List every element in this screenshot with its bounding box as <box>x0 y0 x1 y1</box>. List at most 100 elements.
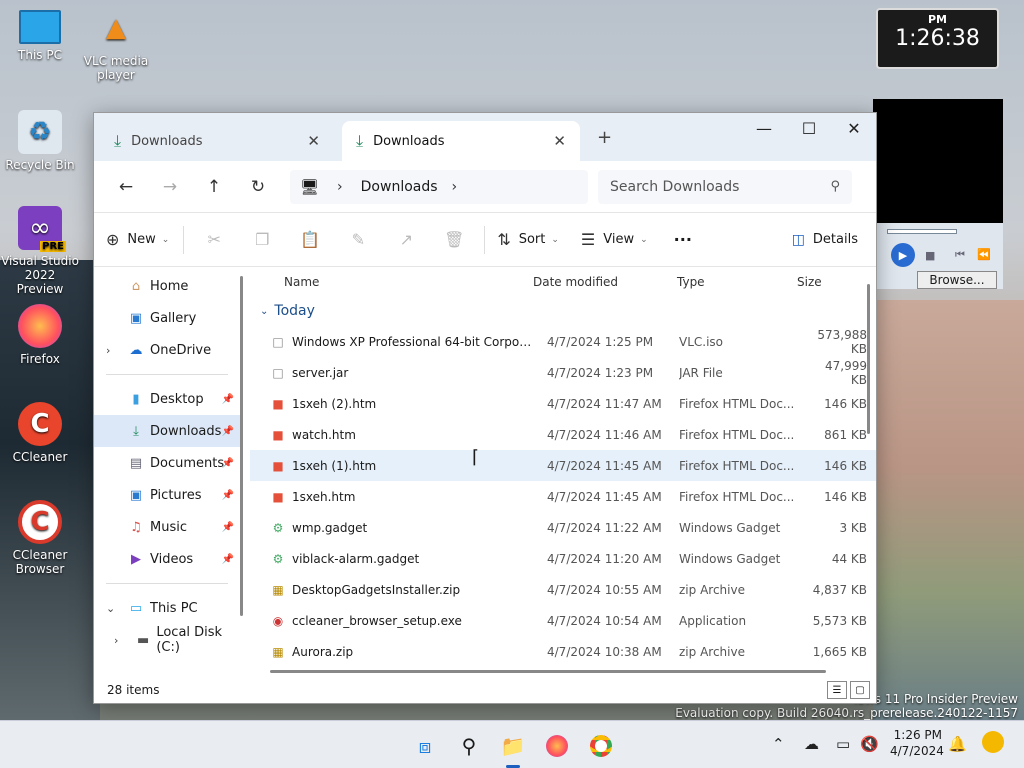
firefox-icon[interactable] <box>542 731 572 761</box>
column-type[interactable]: Type <box>669 275 789 289</box>
minimize-icon[interactable]: — <box>744 119 784 138</box>
table-row[interactable]: ■ watch.htm 4/7/2024 11:46 AM Firefox HTML … <box>250 419 876 450</box>
pin-icon[interactable]: 📌 <box>222 394 234 405</box>
forward-icon[interactable]: → <box>148 177 192 197</box>
address-bar[interactable]: 🖥 › Downloads › <box>290 169 588 204</box>
desktop-icon-visual-studio[interactable]: ∞ PRE Visual Studio 2022 Preview <box>0 206 80 296</box>
table-row[interactable]: ⚙ wmp.gadget 4/7/2024 11:22 AM Windows Gadg… <box>250 512 876 543</box>
nav-item-downloads[interactable]: ⤓ Downloads 📌 <box>94 415 240 447</box>
new-button[interactable]: ⊕ New ⌄ <box>106 230 169 249</box>
details-button[interactable]: ◫ Details <box>792 232 858 248</box>
desktop-icon-recycle-bin[interactable]: ♻ Recycle Bin <box>0 110 80 172</box>
file-name: watch.htm <box>292 427 356 442</box>
table-row[interactable]: ▦ Aurora.zip 4/7/2024 10:38 AM zip Archive 1… <box>250 636 876 667</box>
cut-icon[interactable]: ✂ <box>190 230 238 249</box>
chrome-icon[interactable] <box>586 731 616 761</box>
nav-item-desktop[interactable]: ▮ Desktop 📌 <box>94 383 240 415</box>
browse-button[interactable]: Browse... <box>917 271 997 289</box>
tab-downloads-1[interactable]: ⤓ Downloads ✕ <box>100 121 334 161</box>
pin-icon[interactable]: 📌 <box>222 426 234 437</box>
volume-muted-icon[interactable]: 🔇 <box>860 735 879 753</box>
table-row[interactable]: ■ 1sxeh (2).htm 4/7/2024 11:47 AM Firefox H… <box>250 388 876 419</box>
stop-icon[interactable]: ■ <box>925 249 935 262</box>
display-icon[interactable]: ▭ <box>836 735 850 753</box>
previous-icon[interactable]: ⏮ <box>955 248 965 262</box>
new-tab-icon[interactable]: + <box>597 127 612 148</box>
column-name[interactable]: Name <box>250 275 525 289</box>
media-seek-bar[interactable] <box>887 229 957 234</box>
show-hidden-icons-icon[interactable]: ⌃ <box>772 735 785 753</box>
horizontal-scrollbar[interactable] <box>270 670 826 673</box>
nav-item-music[interactable]: ♫ Music 📌 <box>94 511 240 543</box>
desktop-icon-this-pc[interactable]: This PC <box>0 10 80 62</box>
file-explorer-icon[interactable]: 📁 <box>498 731 528 761</box>
nav-item-videos[interactable]: ▶ Videos 📌 <box>94 543 240 575</box>
breadcrumb-downloads[interactable]: Downloads <box>361 179 438 195</box>
desktop-icon-firefox[interactable]: Firefox <box>0 304 80 366</box>
desktop-icon-vlc[interactable]: ▲ VLC media player <box>76 6 156 82</box>
details-view-icon[interactable]: ☰ <box>827 681 847 699</box>
expand-icon[interactable]: › <box>114 634 118 647</box>
rename-icon[interactable]: ✎ <box>334 230 382 249</box>
sort-button[interactable]: ⇅ Sort ⌄ <box>497 230 559 249</box>
chevron-right-icon[interactable]: › <box>452 179 458 195</box>
column-size[interactable]: Size <box>789 275 859 289</box>
share-icon[interactable]: ↗ <box>382 230 430 249</box>
documents-icon: ▤ <box>129 455 143 471</box>
table-row[interactable]: ⚙ viblack-alarm.gadget 4/7/2024 11:20 AM Wi… <box>250 543 876 574</box>
desktop-icon-ccleaner[interactable]: C CCleaner <box>0 402 80 464</box>
chevron-right-icon[interactable]: › <box>337 179 343 195</box>
back-icon[interactable]: ← <box>104 177 148 197</box>
paste-icon[interactable]: 📋 <box>286 230 334 249</box>
file-type: Windows Gadget <box>679 520 781 535</box>
up-icon[interactable]: ↑ <box>192 177 236 197</box>
network-off-icon[interactable]: ☁ <box>804 735 819 753</box>
nav-item-local-disk[interactable]: › ▬ Local Disk (C:) <box>94 624 240 656</box>
table-row[interactable]: □ Windows XP Professional 64-bit Corporat… <box>250 326 876 357</box>
desktop-icon-ccleaner-browser[interactable]: C CCleaner Browser <box>0 500 80 576</box>
close-tab-icon[interactable]: ✕ <box>307 132 320 150</box>
close-window-icon[interactable]: ✕ <box>834 119 874 138</box>
column-date-modified[interactable]: Date modified <box>525 275 669 289</box>
chevron-down-icon[interactable]: ⌄ <box>106 602 115 615</box>
view-button[interactable]: ☰ View ⌄ <box>581 230 648 249</box>
download-icon: ⤓ <box>133 423 139 439</box>
expand-icon[interactable]: › <box>106 344 110 357</box>
search-icon[interactable]: ⚲ <box>454 731 484 761</box>
tab-downloads-2[interactable]: ⤓ Downloads ✕ <box>342 121 580 161</box>
table-row[interactable]: ■ 1sxeh.htm 4/7/2024 11:45 AM Firefox HTML … <box>250 481 876 512</box>
copy-icon[interactable]: ❐ <box>238 230 286 249</box>
notification-bell-icon[interactable]: 🔔 <box>948 735 967 753</box>
more-options-button[interactable]: ··· <box>674 230 692 249</box>
table-row[interactable]: □ server.jar 4/7/2024 1:23 PM JAR File 47,99… <box>250 357 876 388</box>
vertical-scrollbar[interactable] <box>867 284 870 434</box>
taskbar-clock[interactable]: 1:26 PM 4/7/2024 <box>890 727 944 759</box>
delete-icon[interactable]: 🗑 <box>430 230 478 249</box>
pin-icon[interactable]: 📌 <box>222 522 234 533</box>
table-row[interactable]: ▦ DesktopGadgetsInstaller.zip 4/7/2024 10:… <box>250 574 876 605</box>
nav-item-this-pc[interactable]: ⌄ ▭ This PC <box>94 592 240 624</box>
nav-item-documents[interactable]: ▤ Documents 📌 <box>94 447 240 479</box>
tiles-view-icon[interactable]: ▢ <box>850 681 870 699</box>
start-windows-icon[interactable]: ⧈ <box>410 731 440 761</box>
close-tab-icon[interactable]: ✕ <box>553 132 566 150</box>
rewind-icon[interactable]: ⏪ <box>977 248 991 261</box>
nav-item-pictures[interactable]: ▣ Pictures 📌 <box>94 479 240 511</box>
nav-item-gallery[interactable]: ▣ Gallery <box>94 302 240 334</box>
play-icon[interactable]: ▶ <box>891 243 915 267</box>
group-header-today[interactable]: ⌄ Today <box>250 296 876 326</box>
watermark-line1: lows 11 Pro Insider Preview <box>854 692 1018 706</box>
pin-icon[interactable]: 📌 <box>222 458 234 469</box>
refresh-icon[interactable]: ↻ <box>236 177 280 197</box>
nav-item-home[interactable]: ⌂ Home <box>94 270 240 302</box>
file-size: 4,837 KB <box>812 582 867 597</box>
search-input[interactable]: Search Downloads ⚲ <box>598 169 852 204</box>
maximize-icon[interactable]: ☐ <box>789 119 829 138</box>
nav-scrollbar[interactable] <box>240 276 243 616</box>
nav-item-onedrive[interactable]: › ☁ OneDrive <box>94 334 240 366</box>
table-row-hovered[interactable]: ■ 1sxeh (1).htm 4/7/2024 11:45 AM Firefox H… <box>250 450 876 481</box>
pin-icon[interactable]: 📌 <box>222 490 234 501</box>
table-row[interactable]: ◉ ccleaner_browser_setup.exe 4/7/2024 10:5… <box>250 605 876 636</box>
file-type: Firefox HTML Doc... <box>679 458 795 473</box>
pin-icon[interactable]: 📌 <box>222 554 234 565</box>
